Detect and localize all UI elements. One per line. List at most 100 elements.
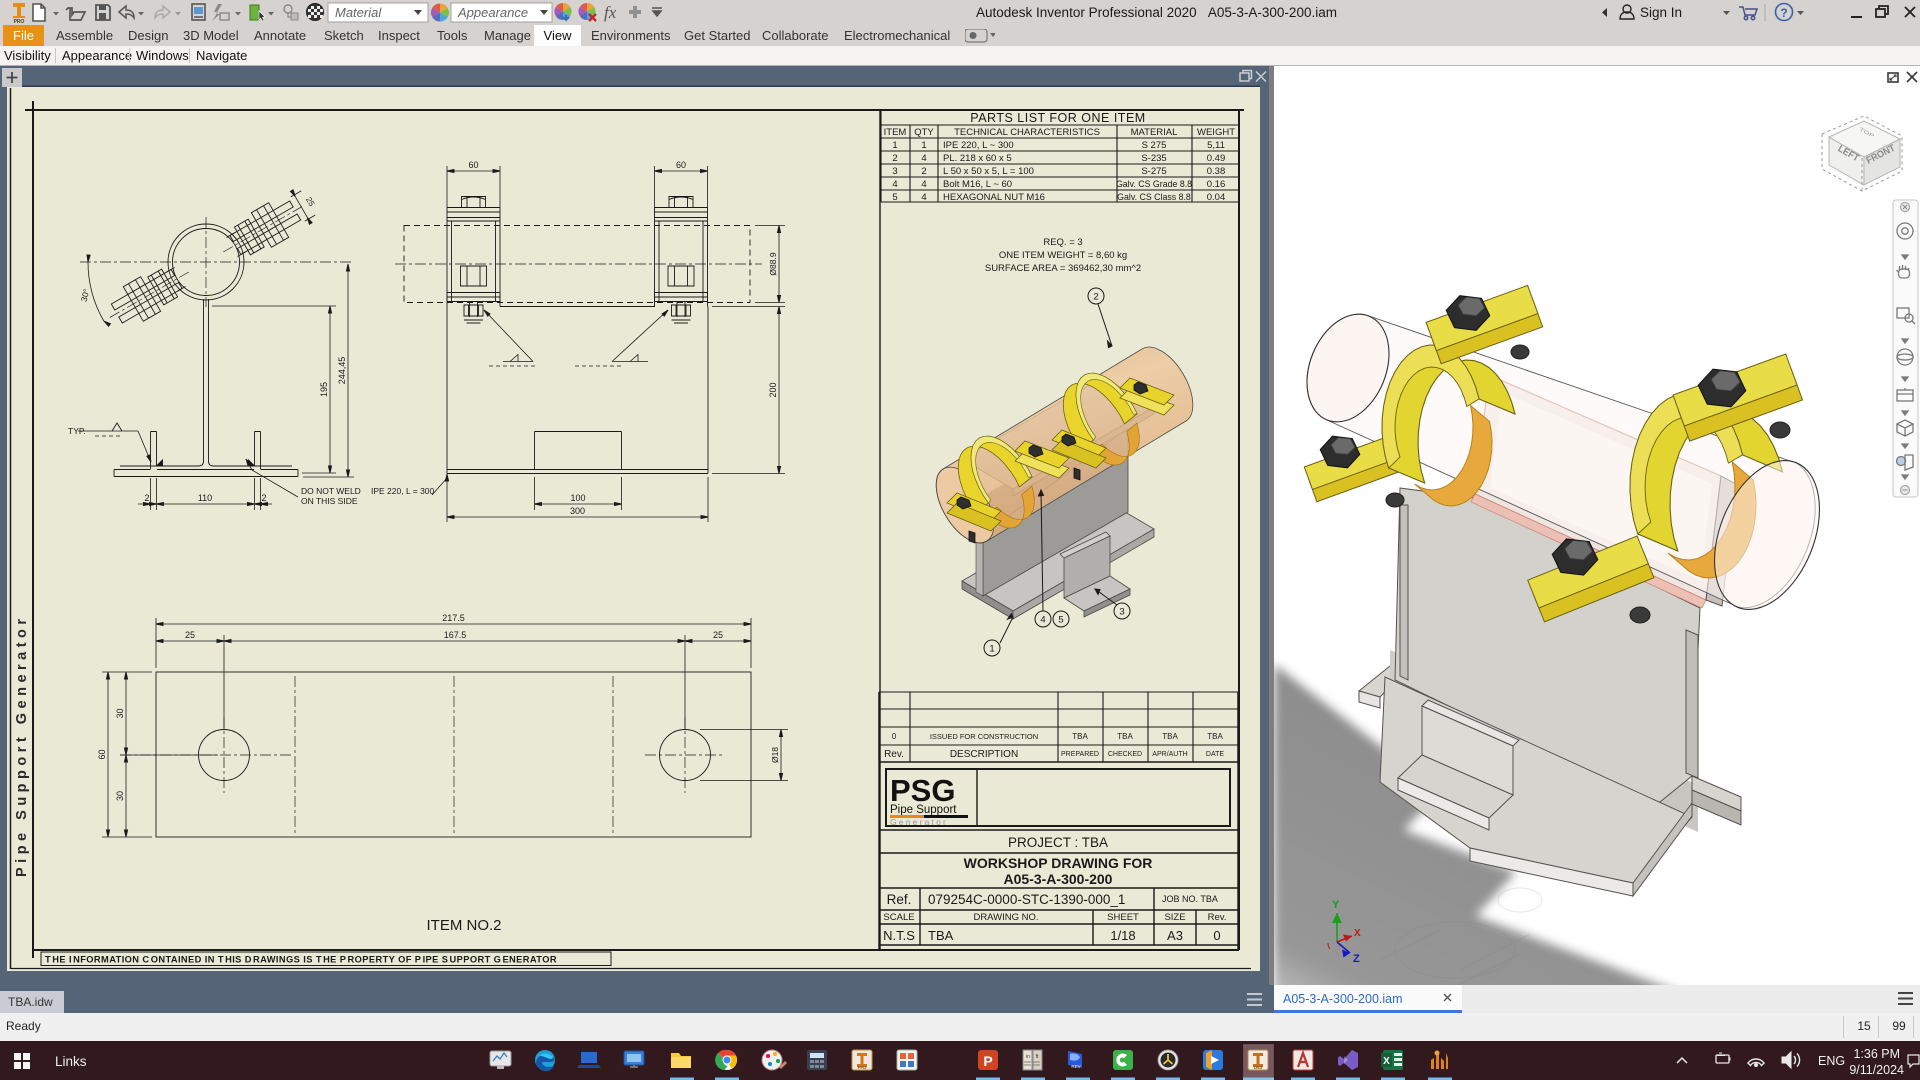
svg-text:Links: Links	[55, 1054, 87, 1069]
svg-text:195: 195	[319, 382, 329, 397]
svg-text:Sign In: Sign In	[1640, 5, 1682, 20]
svg-text:5,11: 5,11	[1207, 140, 1225, 151]
svg-text:167.5: 167.5	[444, 630, 467, 640]
svg-text:APR/AUTH: APR/AUTH	[1152, 751, 1187, 758]
svg-text:Pipe Support Generator: Pipe Support Generator	[14, 614, 30, 877]
svg-text:30: 30	[115, 708, 125, 718]
svg-text:60: 60	[676, 160, 686, 170]
svg-text:1/18: 1/18	[1110, 928, 1135, 943]
svg-text:PL. 218 x 60 x 5: PL. 218 x 60 x 5	[943, 153, 1012, 164]
svg-text:MATERIAL: MATERIAL	[1131, 127, 1178, 138]
svg-text:P: P	[983, 1053, 992, 1069]
svg-text:2: 2	[261, 493, 266, 503]
svg-text:HEXAGONAL NUT M16: HEXAGONAL NUT M16	[943, 192, 1045, 203]
svg-text:?: ?	[1780, 6, 1787, 20]
svg-text:in: in	[1026, 1054, 1030, 1060]
svg-text:4: 4	[921, 179, 926, 190]
svg-text:S 275: S 275	[1142, 140, 1167, 151]
svg-text:TECHNICAL CHARACTERISTICS: TECHNICAL CHARACTERISTICS	[954, 127, 1100, 138]
svg-text:S-275: S-275	[1141, 166, 1166, 177]
svg-text:3: 3	[892, 166, 897, 177]
svg-text:Generator: Generator	[890, 817, 948, 827]
svg-text:110: 110	[198, 493, 212, 503]
svg-text:ENG: ENG	[1818, 1054, 1845, 1068]
svg-text:ONE ITEM WEIGHT = 8,60 kg: ONE ITEM WEIGHT = 8,60 kg	[999, 250, 1127, 261]
svg-text:9/11/2024: 9/11/2024	[1849, 1063, 1904, 1077]
svg-text:30: 30	[115, 791, 125, 801]
svg-text:A05-3-A-300-200.iam: A05-3-A-300-200.iam	[1283, 992, 1403, 1006]
svg-text:1: 1	[989, 644, 994, 655]
svg-text:Ref.: Ref.	[887, 892, 912, 907]
svg-text:DESCRIPTION: DESCRIPTION	[950, 749, 1018, 760]
svg-text:217.5: 217.5	[442, 613, 465, 623]
svg-text:1:36 PM: 1:36 PM	[1853, 1047, 1900, 1061]
svg-text:X: X	[1383, 1056, 1390, 1067]
svg-text:Pipe Support: Pipe Support	[890, 804, 957, 816]
svg-text:Material: Material	[335, 5, 382, 20]
svg-text:PROJECT : TBA: PROJECT : TBA	[1008, 835, 1108, 850]
svg-text:4: 4	[921, 192, 926, 203]
svg-text:Rev.: Rev.	[884, 749, 904, 760]
svg-text:Appearance: Appearance	[457, 5, 528, 20]
svg-text:ON THIS SIDE: ON THIS SIDE	[301, 496, 358, 506]
svg-text:JOB NO. TBA: JOB NO. TBA	[1162, 894, 1218, 904]
svg-text:1: 1	[921, 140, 926, 151]
svg-text:ISSUED FOR CONSTRUCTION: ISSUED FOR CONSTRUCTION	[930, 732, 1038, 741]
svg-text:TBA: TBA	[928, 928, 954, 943]
svg-text:T HE I NFORMATION C ONTAINED I: T HE I NFORMATION C ONTAINED IN T HIS D …	[45, 955, 557, 965]
svg-text:DRAWING NO.: DRAWING NO.	[973, 912, 1038, 923]
svg-text:ITEM NO.2: ITEM NO.2	[426, 917, 501, 934]
svg-text:0: 0	[1213, 928, 1220, 943]
svg-text:Y: Y	[1332, 899, 1340, 911]
svg-text:REV: REV	[1071, 1064, 1080, 1069]
svg-text:PARTS LIST FOR ONE ITEM: PARTS LIST FOR ONE ITEM	[970, 111, 1145, 125]
svg-text:A05-3-A-300-200: A05-3-A-300-200	[1004, 871, 1113, 887]
svg-text:200: 200	[768, 382, 778, 397]
svg-text:REQ. = 3: REQ. = 3	[1043, 237, 1082, 248]
svg-text:X: X	[1354, 928, 1361, 939]
svg-text:TBA.idw: TBA.idw	[8, 995, 53, 1009]
svg-text:PSG: PSG	[890, 773, 955, 808]
svg-text:WORKSHOP DRAWING FOR: WORKSHOP DRAWING FOR	[964, 855, 1153, 871]
svg-text:4: 4	[1040, 615, 1045, 626]
svg-text:TYP.: TYP.	[68, 426, 86, 436]
svg-text:4: 4	[921, 153, 926, 164]
svg-text:3: 3	[1119, 607, 1124, 618]
svg-text:TBA: TBA	[1117, 732, 1133, 741]
svg-text:QTY: QTY	[914, 127, 934, 138]
svg-text:5: 5	[1058, 615, 1063, 626]
svg-text:CHECKED: CHECKED	[1108, 751, 1142, 758]
svg-text:Rev.: Rev.	[1208, 912, 1227, 923]
svg-text:4: 4	[892, 179, 897, 190]
svg-text:Bolt M16, L ~ 60: Bolt M16, L ~ 60	[943, 179, 1012, 190]
svg-text:Autodesk Inventor Professional: Autodesk Inventor Professional 2020 A05-…	[976, 5, 1337, 20]
svg-text:Galv. CS Grade 8.8: Galv. CS Grade 8.8	[1116, 179, 1192, 189]
svg-text:L 50 x 50 x 5, L = 100: L 50 x 50 x 5, L = 100	[943, 166, 1034, 177]
svg-text:IPE 220, L = 300: IPE 220, L = 300	[371, 486, 435, 496]
svg-text:Galv. CS Class 8.8: Galv. CS Class 8.8	[1117, 192, 1191, 202]
svg-text:TBA: TBA	[1162, 732, 1178, 741]
svg-text:ITEM: ITEM	[884, 127, 907, 138]
svg-text:25: 25	[713, 630, 723, 640]
svg-text:Z: Z	[1353, 953, 1360, 965]
svg-text:Ø88.9: Ø88.9	[768, 252, 778, 275]
svg-text:0: 0	[892, 732, 897, 741]
svg-text:Ø18: Ø18	[770, 747, 780, 763]
svg-text:2: 2	[921, 166, 926, 177]
svg-text:SHEET: SHEET	[1107, 912, 1139, 923]
svg-text:fx: fx	[604, 3, 617, 22]
svg-text:TBA: TBA	[1207, 732, 1223, 741]
svg-text:TBA: TBA	[1072, 732, 1088, 741]
svg-text:D83: D83	[1254, 1065, 1263, 1070]
svg-text:60: 60	[468, 160, 478, 170]
svg-text:1: 1	[892, 140, 897, 151]
svg-text:0.49: 0.49	[1207, 153, 1226, 164]
svg-text:0.38: 0.38	[1207, 166, 1226, 177]
svg-text:PREPARED: PREPARED	[1061, 751, 1099, 758]
svg-text:2: 2	[892, 153, 897, 164]
svg-text:0.04: 0.04	[1207, 192, 1226, 203]
svg-text:100: 100	[570, 493, 585, 503]
svg-text:IPE 220, L ~ 300: IPE 220, L ~ 300	[943, 140, 1014, 151]
svg-text:5: 5	[892, 192, 897, 203]
svg-text:SCALE: SCALE	[883, 912, 914, 923]
